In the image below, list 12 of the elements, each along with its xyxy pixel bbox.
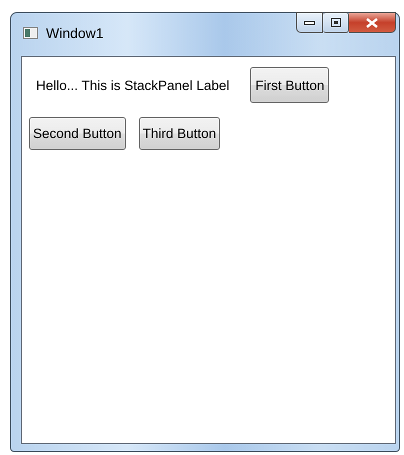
push-button[interactable]: Third Button bbox=[138, 117, 220, 150]
close-button[interactable] bbox=[349, 12, 396, 33]
maximize-icon bbox=[330, 18, 340, 27]
close-icon bbox=[366, 18, 378, 28]
stackpanel-label: Hello... This is StackPanel Label bbox=[36, 78, 230, 92]
push-button[interactable]: First Button bbox=[250, 67, 330, 103]
push-button[interactable]: Second Button bbox=[29, 117, 126, 150]
maximize-button[interactable] bbox=[323, 12, 349, 33]
window-title: Window1 bbox=[46, 25, 104, 41]
minimize-button[interactable] bbox=[296, 12, 323, 33]
window-icon bbox=[23, 27, 38, 39]
minimize-icon bbox=[304, 20, 315, 24]
